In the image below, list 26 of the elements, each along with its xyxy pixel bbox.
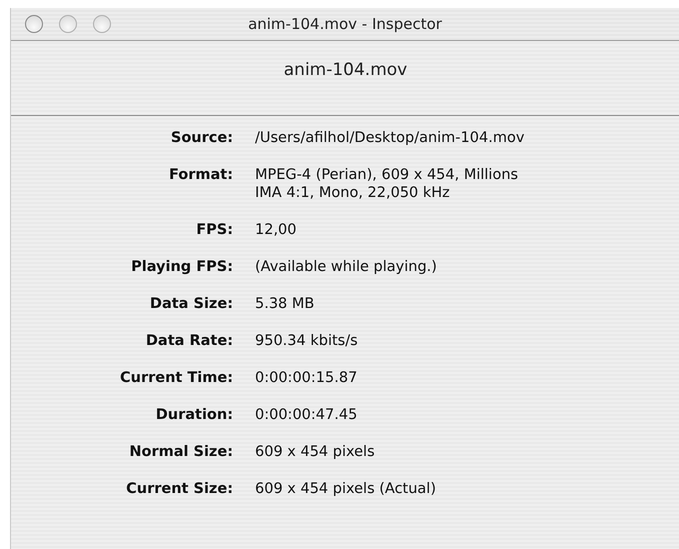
field-label: Data Rate: bbox=[146, 333, 233, 349]
field-label: Playing FPS: bbox=[131, 259, 233, 275]
field-value: 950.34 kbits/s bbox=[255, 333, 359, 349]
field-value: 12,00 bbox=[255, 222, 298, 238]
field-label: Current Time: bbox=[120, 370, 233, 386]
field-label: Data Size: bbox=[150, 296, 233, 312]
field-label: Source: bbox=[170, 130, 233, 146]
field-value: /Users/afilhol/Desktop/anim-104.mov bbox=[255, 130, 526, 146]
field-label: Normal Size: bbox=[129, 444, 233, 460]
field-value: 609 x 454 pixels (Actual) bbox=[255, 481, 437, 497]
field-value: 609 x 454 pixels bbox=[255, 444, 376, 460]
field-value: 0:00:00:15.87 bbox=[255, 370, 358, 386]
field-value: 0:00:00:47.45 bbox=[255, 407, 358, 423]
close-button[interactable] bbox=[25, 15, 43, 33]
field-value: MPEG-4 (Perian), 609 x 454, Millions bbox=[255, 167, 520, 183]
field-label: FPS: bbox=[196, 222, 233, 238]
field-label: Format: bbox=[168, 167, 233, 183]
file-name-heading: anim-104.mov bbox=[284, 60, 408, 80]
field-value: IMA 4:1, Mono, 22,050 kHz bbox=[255, 185, 451, 201]
window-title: anim-104.mov - Inspector bbox=[248, 15, 442, 33]
field-value: (Available while playing.) bbox=[255, 259, 438, 275]
zoom-button[interactable] bbox=[93, 15, 111, 33]
field-label: Duration: bbox=[156, 407, 233, 423]
field-value: 5.38 MB bbox=[255, 296, 316, 312]
minimize-button[interactable] bbox=[59, 15, 77, 33]
field-label: Current Size: bbox=[126, 481, 233, 497]
